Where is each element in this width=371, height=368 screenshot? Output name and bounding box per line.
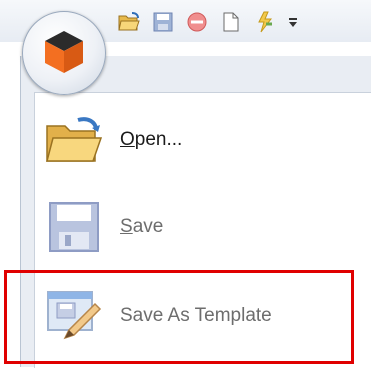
save-icon[interactable] — [152, 11, 174, 33]
open-folder-icon — [44, 110, 104, 170]
highlight-box — [4, 270, 354, 364]
menu-item-open-accelerator: O — [120, 129, 135, 150]
menu-item-open[interactable]: Open... — [44, 105, 344, 175]
stop-icon[interactable] — [186, 11, 208, 33]
dropdown-arrow-icon[interactable] — [288, 11, 298, 33]
menu-item-save[interactable]: Save — [44, 192, 344, 262]
menu-item-open-label: pen... — [134, 129, 183, 150]
menu-item-save-accelerator: S — [120, 216, 133, 237]
new-document-icon[interactable] — [220, 11, 242, 33]
save-icon — [44, 197, 104, 257]
application-button[interactable] — [22, 11, 106, 95]
cube-logo-icon — [41, 27, 87, 80]
quick-access-icons — [118, 10, 298, 34]
menu-item-save-label: ave — [132, 216, 164, 237]
lightning-icon[interactable] — [254, 11, 276, 33]
open-folder-icon[interactable] — [118, 11, 140, 33]
